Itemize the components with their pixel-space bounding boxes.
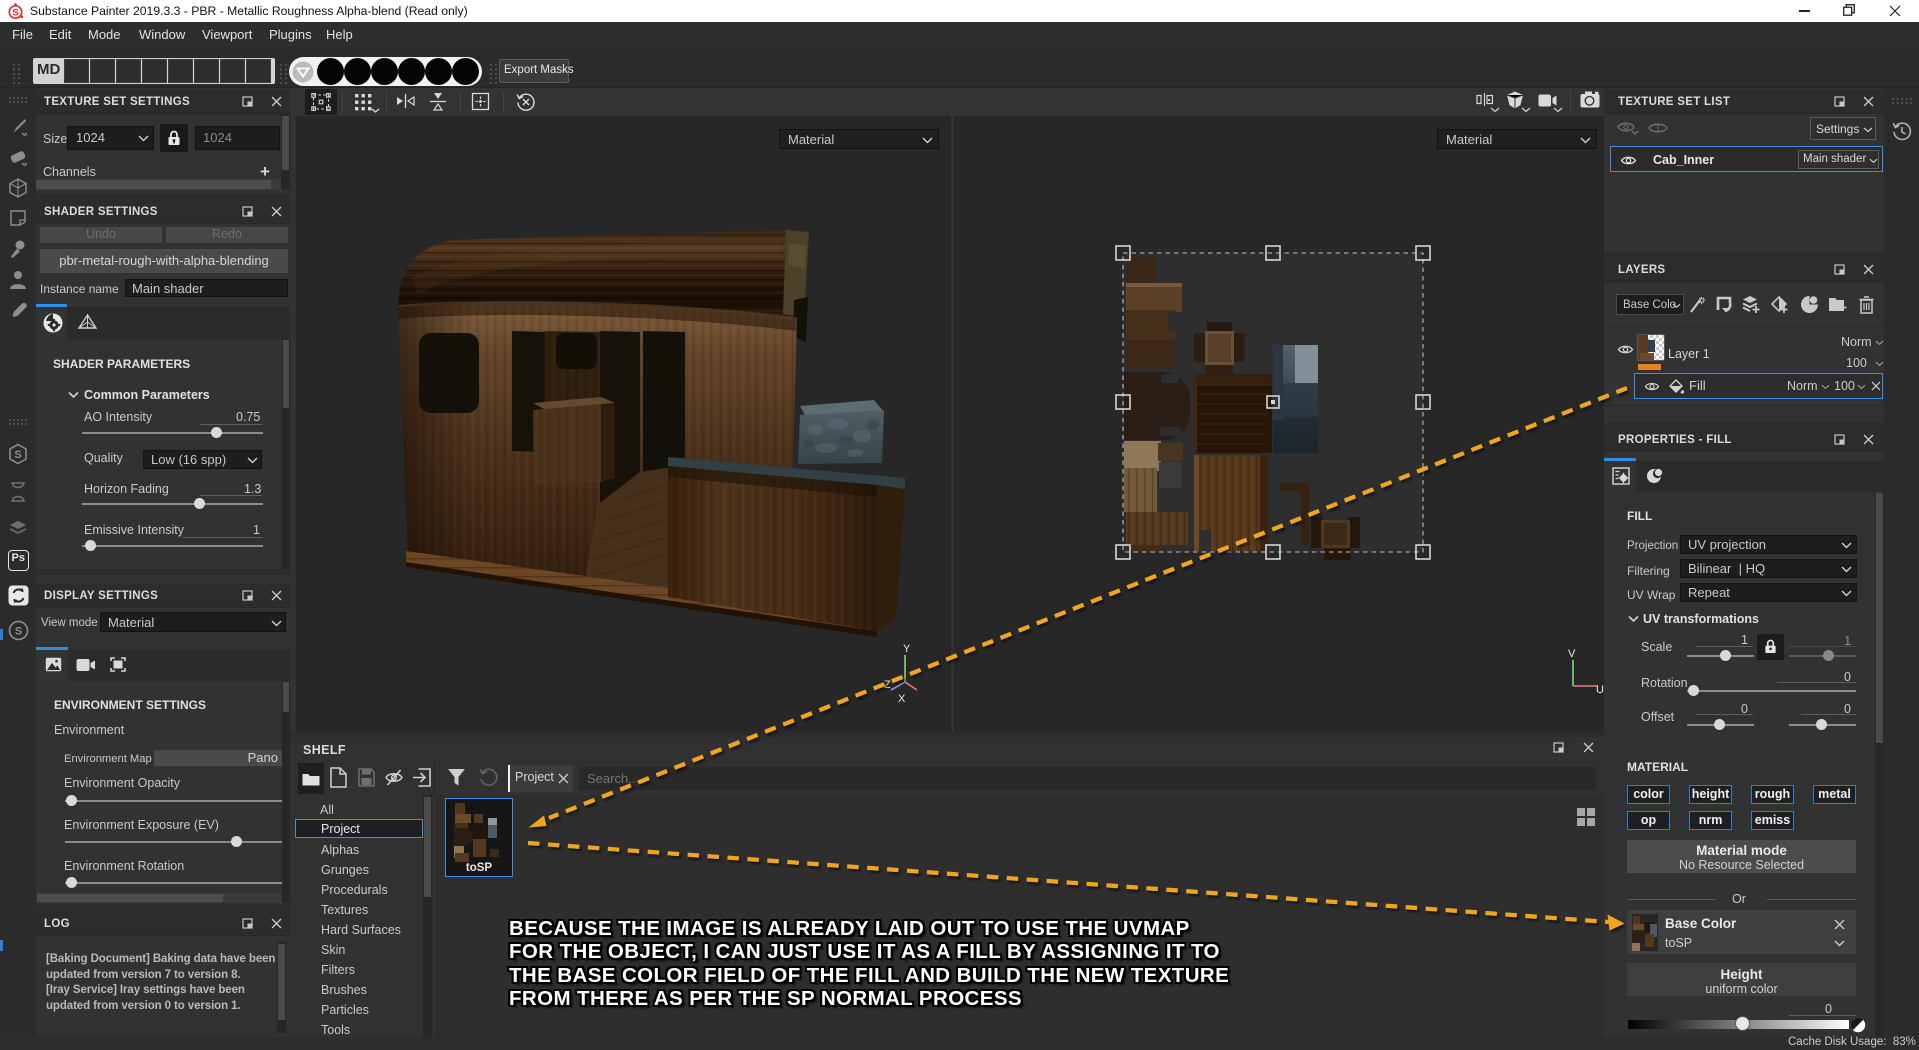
svg-text:X: X <box>898 693 906 705</box>
svg-text:1: 1 <box>1655 124 1660 134</box>
svg-text:Y: Y <box>903 643 911 655</box>
svg-text:S: S <box>12 7 18 18</box>
svg-text:V: V <box>1568 648 1576 660</box>
svg-text:S: S <box>14 449 21 461</box>
svg-text:Z: Z <box>884 679 891 691</box>
svg-text:U: U <box>1596 684 1604 696</box>
svg-text:S: S <box>15 626 22 638</box>
